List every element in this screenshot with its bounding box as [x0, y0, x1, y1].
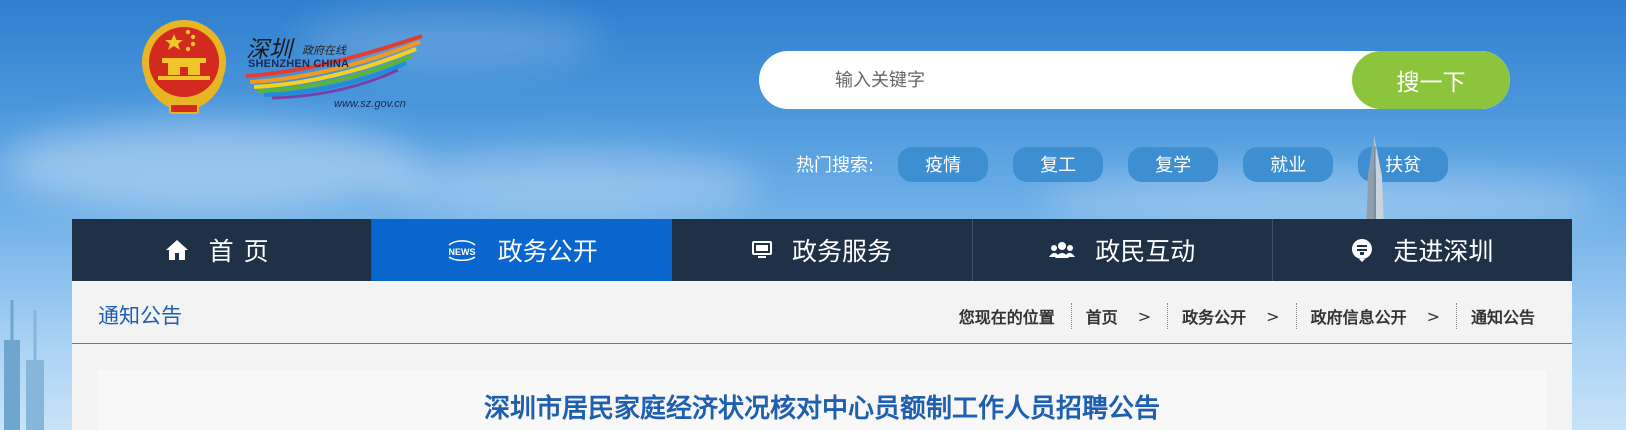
- section-title: 通知公告: [98, 304, 182, 328]
- breadcrumb-item[interactable]: 首页: [1086, 304, 1118, 328]
- nav-item-label: 政务服务: [792, 237, 893, 266]
- breadcrumb: 您现在的位置 首页 > 政务公开 > 政府信息公开 > 通知公告: [959, 303, 1535, 329]
- logo-url: www.sz.gov.cn: [334, 98, 406, 110]
- logo-subtitle: 政府在线: [302, 44, 346, 57]
- breadcrumb-item[interactable]: 政务公开: [1182, 304, 1246, 328]
- breadcrumb-item[interactable]: 政府信息公开: [1311, 304, 1407, 328]
- building-illustration: [4, 300, 44, 430]
- logo-english-text: SHENZHEN CHINA: [248, 58, 350, 70]
- breadcrumb-divider: [1455, 303, 1457, 329]
- main-content: 通知公告 您现在的位置 首页 > 政务公开 > 政府信息公开 > 通知公告 深圳…: [72, 281, 1572, 430]
- nav-item-government-affairs[interactable]: NEWS 政务公开: [372, 219, 673, 281]
- breadcrumb-separator: >: [1426, 306, 1440, 326]
- breadcrumb-lead: 您现在的位置: [958, 308, 1055, 327]
- people-icon: [1049, 241, 1076, 259]
- sky-cloud: [380, 150, 760, 220]
- nav-item-label: 首页: [208, 237, 279, 266]
- search-box: 搜一下: [759, 51, 1510, 109]
- nav-item-label: 走进深圳: [1393, 237, 1494, 266]
- section-header-bar: 通知公告 您现在的位置 首页 > 政务公开 > 政府信息公开 > 通知公告: [72, 281, 1572, 344]
- nav-item-home[interactable]: 首页: [72, 219, 373, 281]
- article-title: 深圳市居民家庭经济状况核对中心员额制工作人员招聘公告: [483, 394, 1160, 424]
- search-input[interactable]: [759, 51, 1349, 109]
- breadcrumb-divider: [1295, 303, 1297, 329]
- nav-item-public-interaction[interactable]: 政民互动: [973, 219, 1273, 281]
- sky-cloud: [0, 120, 420, 210]
- breadcrumb-separator: >: [1137, 306, 1152, 326]
- nav-item-label: 政务公开: [497, 237, 598, 266]
- hot-search-tag[interactable]: 复工: [1013, 146, 1104, 182]
- national-emblem-icon: [142, 20, 226, 114]
- breadcrumb-item[interactable]: 通知公告: [1471, 304, 1535, 328]
- article-card: 深圳市居民家庭经济状况核对中心员额制工作人员招聘公告: [97, 370, 1547, 430]
- breadcrumb-separator: >: [1266, 306, 1280, 326]
- hot-search-tag[interactable]: 复学: [1128, 146, 1219, 182]
- nav-item-visit-shenzhen[interactable]: 走进深圳: [1273, 219, 1572, 281]
- breadcrumb-divider: [1070, 303, 1072, 329]
- monitor-icon: [752, 241, 772, 259]
- nav-item-label: 政民互动: [1095, 237, 1196, 266]
- nav-item-government-services[interactable]: 政务服务: [672, 219, 973, 281]
- site-logo[interactable]: 深圳 政府在线 SHENZHEN CHINA www.sz.gov.cn: [246, 30, 426, 114]
- svg-text:NEWS: NEWS: [448, 247, 475, 257]
- shenzhen-icon: [1351, 238, 1373, 262]
- hot-search-tag[interactable]: 疫情: [898, 146, 989, 182]
- news-icon: NEWS: [446, 239, 478, 261]
- breadcrumb-divider: [1167, 303, 1169, 329]
- hot-search-label: 热门搜索:: [796, 155, 875, 176]
- search-button[interactable]: 搜一下: [1352, 51, 1510, 109]
- home-icon: [165, 239, 189, 261]
- hot-search-tag[interactable]: 就业: [1243, 146, 1334, 182]
- main-nav: 首页 NEWS 政务公开 政务服务 政民互动 走进深圳: [72, 219, 1572, 281]
